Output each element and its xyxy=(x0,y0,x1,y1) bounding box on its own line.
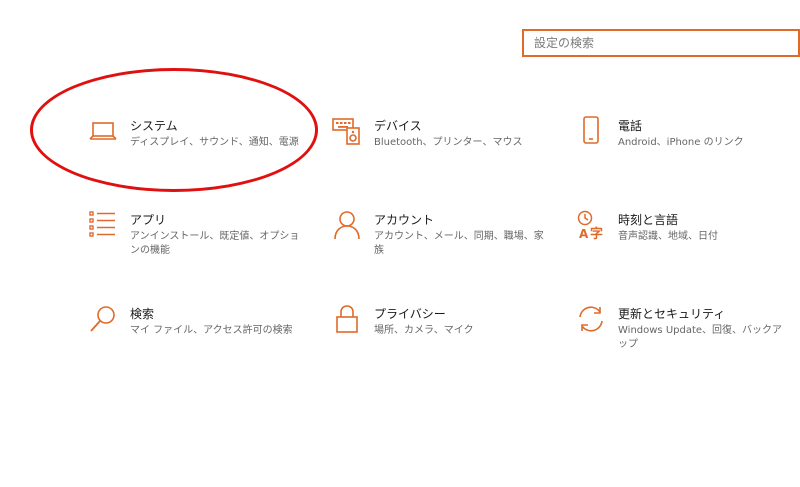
tile-devices[interactable]: デバイス Bluetooth、プリンター、マウス xyxy=(330,116,545,150)
tile-update-security[interactable]: 更新とセキュリティ Windows Update、回復、バックアップ xyxy=(574,304,789,352)
tile-title: プライバシー xyxy=(374,307,446,321)
magnifier-icon xyxy=(86,304,120,338)
search-input[interactable] xyxy=(534,36,798,50)
svg-text:字: 字 xyxy=(590,226,603,240)
person-icon xyxy=(330,210,364,244)
settings-home: システム ディスプレイ、サウンド、通知、電源 デバイス Bluetooth、プリ… xyxy=(0,0,800,487)
tile-time-language[interactable]: A 字 時刻と言語 音声認識、地域、日付 xyxy=(574,210,789,244)
tile-description: 音声認識、地域、日付 xyxy=(618,231,718,242)
sync-icon xyxy=(574,304,608,338)
tile-description: 場所、カメラ、マイク xyxy=(374,325,474,336)
tile-accounts[interactable]: アカウント アカウント、メール、同期、職場、家族 xyxy=(330,210,545,258)
tile-description: Android、iPhone のリンク xyxy=(618,137,744,148)
tile-phone[interactable]: 電話 Android、iPhone のリンク xyxy=(574,116,789,150)
tile-apps[interactable]: アプリ アンインストール、既定値、オプションの機能 xyxy=(86,210,301,258)
tile-privacy[interactable]: プライバシー 場所、カメラ、マイク xyxy=(330,304,545,338)
language-icon: A 字 xyxy=(574,210,608,244)
tile-title: 検索 xyxy=(130,307,155,321)
tile-title: システム xyxy=(130,119,178,133)
tile-title: アカウント xyxy=(374,213,435,227)
svg-text:A: A xyxy=(579,227,589,240)
tile-title: 時刻と言語 xyxy=(618,213,679,227)
tile-description: Bluetooth、プリンター、マウス xyxy=(374,137,523,148)
phone-icon xyxy=(574,116,608,150)
laptop-icon xyxy=(86,116,120,150)
lock-icon xyxy=(330,304,364,338)
tile-description: アカウント、メール、同期、職場、家族 xyxy=(374,231,544,256)
app-list-icon xyxy=(86,210,120,244)
tile-description: ディスプレイ、サウンド、通知、電源 xyxy=(130,137,299,148)
tile-search[interactable]: 検索 マイ ファイル、アクセス許可の検索 xyxy=(86,304,301,338)
settings-search-box[interactable] xyxy=(522,29,800,57)
tile-description: Windows Update、回復、バックアップ xyxy=(618,325,783,350)
tile-description: マイ ファイル、アクセス許可の検索 xyxy=(130,325,293,336)
keyboard-speaker-icon xyxy=(330,116,364,150)
tile-title: デバイス xyxy=(374,119,422,133)
tile-description: アンインストール、既定値、オプションの機能 xyxy=(130,231,300,256)
tile-system[interactable]: システム ディスプレイ、サウンド、通知、電源 xyxy=(86,116,301,150)
tile-title: 更新とセキュリティ xyxy=(618,307,726,321)
tile-title: 電話 xyxy=(618,119,643,133)
tile-title: アプリ xyxy=(130,213,167,227)
